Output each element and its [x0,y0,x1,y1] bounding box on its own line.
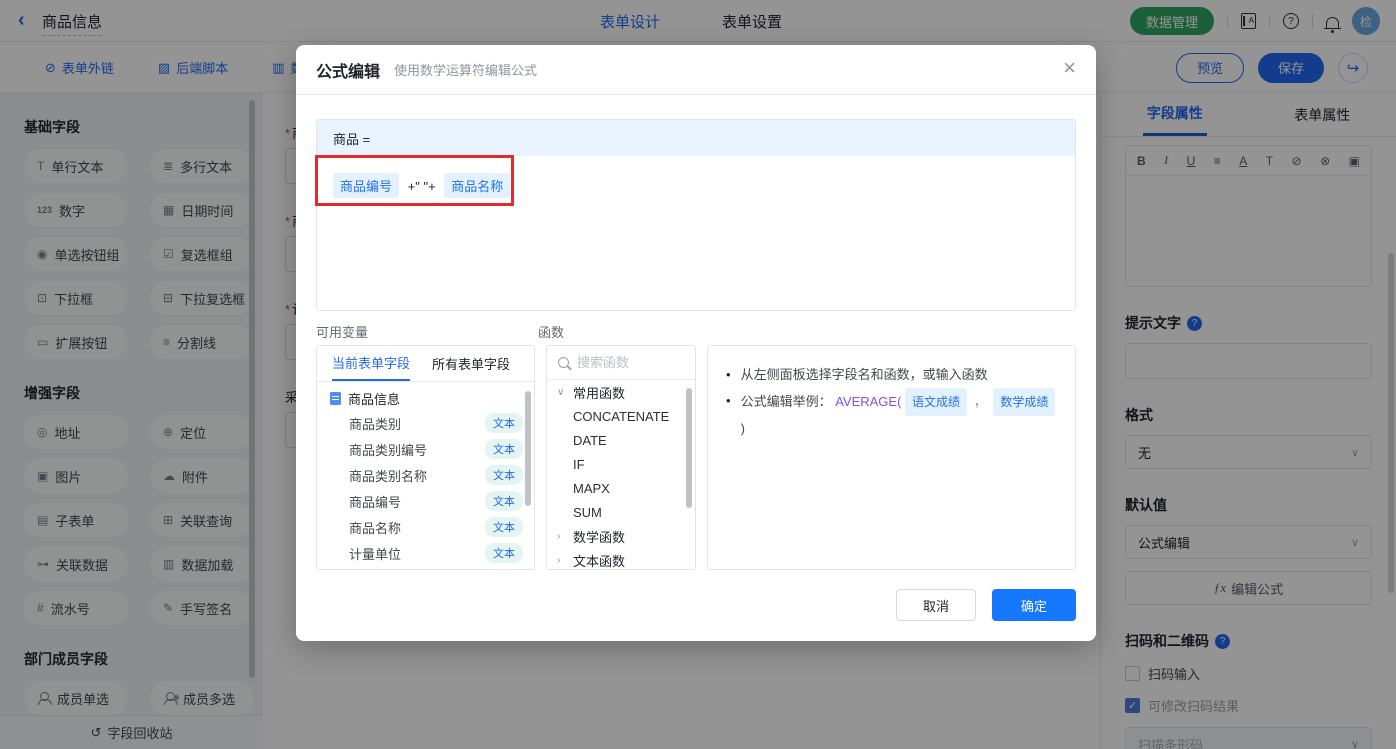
function-item[interactable]: MAPX [547,476,695,500]
type-badge: 文本 [485,439,523,459]
functions-panel: ∨ 常用函数 CONCATENATE DATE IF MAPX SUM › 数学… [546,345,696,570]
search-icon [558,357,569,368]
variable-row[interactable]: 文本 [317,566,534,570]
function-group-text[interactable]: › 文本函数 [547,548,695,569]
function-group-math[interactable]: › 数学函数 [547,524,695,548]
formula-field-chip[interactable]: 商品名称 [444,173,511,198]
type-badge: 文本 [485,517,523,537]
close-icon[interactable]: × [1063,57,1076,79]
formula-target: 商品 = [317,120,1075,156]
chevron-right-icon: › [557,554,561,566]
variables-scrollbar[interactable] [525,391,531,506]
form-doc-icon [330,391,341,405]
hints-panel: • 从左侧面板选择字段名和函数，或输入函数 • 公式编辑举例： AVERAGE(… [707,345,1076,570]
example-field-chip: 数学成绩 [993,388,1056,416]
tab-all-form-fields[interactable]: 所有表单字段 [432,346,510,381]
modal-title: 公式编辑 [316,63,381,81]
variable-row[interactable]: 商品类别编号 文本 [317,436,534,462]
formula-editor: 商品 = 商品编号 +" "+ 商品名称 [316,119,1076,311]
variable-row[interactable]: 商品名称 文本 [317,514,534,540]
type-badge: 文本 [485,491,523,511]
hint-line-2: • 公式编辑举例： AVERAGE( 语文成绩 ， 数学成绩 ) [726,388,1057,442]
tab-current-form-fields[interactable]: 当前表单字段 [332,346,411,381]
function-search-input[interactable] [577,355,677,370]
modal-header: 公式编辑 使用数学运算符编辑公式 × [296,45,1096,95]
formula-operator[interactable]: +" "+ [408,179,436,194]
hint-line-1: • 从左侧面板选择字段名和函数，或输入函数 [726,367,988,382]
function-item[interactable]: DATE [547,428,695,452]
function-item[interactable]: SUM [547,500,695,524]
variables-panel: 当前表单字段 所有表单字段 商品信息 商品类别 文本 商品类别编号 文本 商品类别名… [316,345,535,570]
function-group-common[interactable]: ∨ 常用函数 [547,380,695,404]
variable-row[interactable]: 商品编号 文本 [317,488,534,514]
cancel-button[interactable]: 取消 [896,589,976,621]
variable-row[interactable]: 计量单位 文本 [317,540,534,566]
variable-row[interactable]: 商品类别名称 文本 [317,462,534,488]
type-badge: 文本 [485,465,523,485]
chevron-right-icon: › [557,530,561,542]
functions-label: 函数 [538,325,565,340]
modal-subtitle: 使用数学运算符编辑公式 [394,63,538,78]
confirm-button[interactable]: 确定 [992,589,1076,621]
modal-footer: 取消 确定 [896,589,1076,621]
example-field-chip: 语文成绩 [905,388,968,416]
type-badge: 文本 [485,413,523,433]
variables-label: 可用变量 [316,325,369,340]
function-item[interactable]: CONCATENATE [547,404,695,428]
variables-tabs: 当前表单字段 所有表单字段 [317,346,534,382]
formula-input-area[interactable]: 商品编号 +" "+ 商品名称 [317,156,1075,215]
type-badge: 文本 [485,569,523,570]
formula-field-chip[interactable]: 商品编号 [333,173,400,198]
formula-edit-modal: 公式编辑 使用数学运算符编辑公式 × 商品 = 商品编号 +" "+ 商品名称 … [296,45,1096,641]
variable-row[interactable]: 商品类别 文本 [317,410,534,436]
type-badge: 文本 [485,543,523,563]
chevron-down-icon: ∨ [557,386,565,398]
function-item[interactable]: IF [547,452,695,476]
example-function-name: AVERAGE( [835,394,902,409]
functions-scrollbar[interactable] [686,388,692,508]
function-search [547,346,695,380]
page: ‹ 商品信息 表单设计 表单设置 数据管理 ? 检 ⊘ 表单外链 ▨ 后端脚本 [0,0,1396,749]
variables-root-node[interactable]: 商品信息 [317,382,534,410]
